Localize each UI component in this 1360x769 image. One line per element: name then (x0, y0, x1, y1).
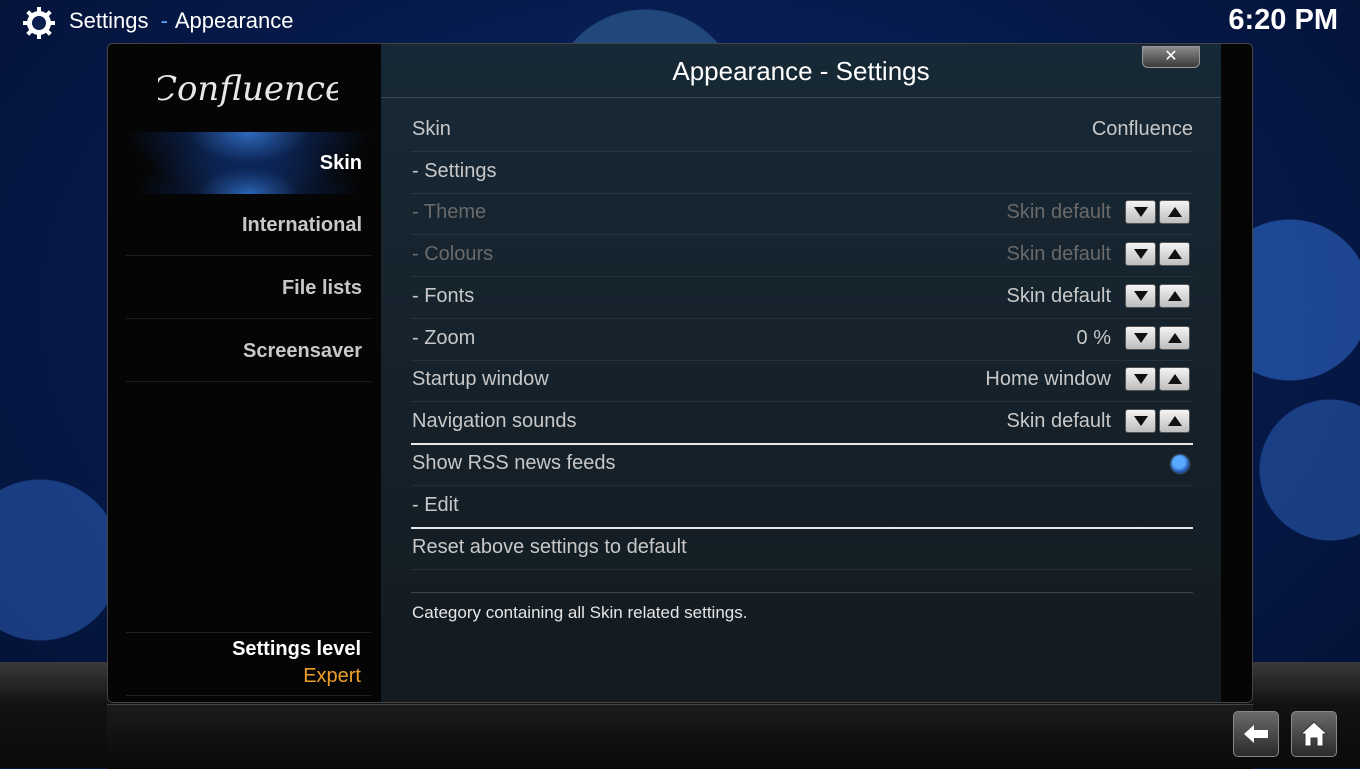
breadcrumb-page: Appearance (174, 8, 294, 33)
setting-value: 0 % (1076, 327, 1111, 349)
confluence-logo: Confluence (158, 69, 338, 109)
setting-value: Skin default (1006, 285, 1111, 307)
spin-down-button[interactable] (1125, 367, 1156, 391)
setting-row-colours: - Colours Skin default (411, 234, 1193, 277)
chevron-down-icon (1134, 291, 1148, 301)
chevron-up-icon (1168, 249, 1182, 259)
breadcrumb-separator: - (160, 8, 168, 33)
setting-row-reset[interactable]: Reset above settings to default (411, 527, 1193, 570)
chevron-down-icon (1134, 207, 1148, 217)
setting-value: Skin default (1006, 410, 1111, 432)
spin-up-button[interactable] (1159, 326, 1190, 350)
spin-control[interactable] (1125, 409, 1193, 433)
setting-row-fonts[interactable]: - Fonts Skin default (411, 276, 1193, 319)
spin-down-button (1125, 242, 1156, 266)
back-arrow-icon (1244, 725, 1268, 743)
setting-label: Startup window (412, 368, 549, 390)
setting-value: Home window (985, 368, 1111, 390)
spin-control (1125, 242, 1193, 266)
spin-down-button[interactable] (1125, 284, 1156, 308)
radio-checked-icon[interactable] (1171, 455, 1189, 473)
back-button[interactable] (1233, 711, 1279, 757)
bottom-strip (107, 704, 1253, 769)
setting-value: Skin default (1006, 201, 1111, 223)
setting-label: Navigation sounds (412, 410, 577, 432)
settings-level-label[interactable]: Settings level (232, 638, 361, 661)
spin-control[interactable] (1125, 326, 1193, 350)
sidebar-item-skin[interactable]: Skin (126, 132, 371, 194)
chevron-up-icon (1168, 207, 1182, 217)
spin-down-button[interactable] (1125, 326, 1156, 350)
sidebar: Confluence Skin International File lists… (108, 44, 381, 702)
chevron-down-icon (1134, 416, 1148, 426)
spin-up-button[interactable] (1159, 367, 1190, 391)
spin-down-button (1125, 200, 1156, 224)
spin-up-button (1159, 200, 1190, 224)
close-button[interactable]: ✕ (1142, 46, 1200, 68)
svg-text:Confluence: Confluence (158, 69, 338, 109)
setting-label: - Zoom (412, 327, 476, 349)
clock: 6:20 PM (1228, 4, 1338, 36)
chevron-down-icon (1134, 374, 1148, 384)
setting-value: Confluence (1091, 118, 1193, 140)
settings-panel: Appearance - Settings Skin Confluence - … (381, 44, 1221, 702)
chevron-up-icon (1168, 416, 1182, 426)
setting-label: - Settings (412, 160, 497, 182)
gear-icon (23, 7, 55, 39)
divider (126, 695, 371, 696)
sidebar-item-file-lists[interactable]: File lists (126, 257, 371, 319)
spin-control (1125, 200, 1193, 224)
dialog-edge (1221, 44, 1252, 702)
top-bar: Settings - Appearance 6:20 PM (0, 0, 1360, 44)
setting-label: - Theme (412, 201, 487, 223)
settings-level-value[interactable]: Expert (303, 665, 361, 688)
setting-label: - Colours (412, 243, 494, 265)
divider (126, 632, 371, 633)
setting-label: Reset above settings to default (412, 536, 687, 558)
spin-control[interactable] (1125, 367, 1193, 391)
breadcrumb-section: Settings (69, 8, 149, 33)
setting-label: Show RSS news feeds (412, 452, 616, 474)
settings-dialog: Confluence Skin International File lists… (107, 43, 1253, 703)
divider (411, 592, 1193, 593)
dialog-title: Appearance - Settings (672, 56, 930, 86)
spin-control[interactable] (1125, 284, 1193, 308)
setting-label: - Fonts (412, 285, 475, 307)
setting-description: Category containing all Skin related set… (412, 603, 748, 622)
setting-row-zoom[interactable]: - Zoom 0 % (411, 318, 1193, 361)
setting-row-skin[interactable]: Skin Confluence (411, 109, 1193, 152)
setting-row-edit[interactable]: - Edit (411, 485, 1193, 529)
home-icon (1299, 721, 1329, 747)
divider (381, 97, 1221, 98)
chevron-up-icon (1168, 374, 1182, 384)
setting-label: Skin (412, 118, 451, 140)
breadcrumb: Settings - Appearance (69, 8, 294, 34)
home-button[interactable] (1291, 711, 1337, 757)
spin-up-button (1159, 242, 1190, 266)
setting-row-show-rss[interactable]: Show RSS news feeds (411, 443, 1193, 486)
spin-down-button[interactable] (1125, 409, 1156, 433)
setting-row-skin-settings[interactable]: - Settings (411, 151, 1193, 194)
sidebar-item-screensaver[interactable]: Screensaver (126, 320, 371, 382)
setting-row-navigation-sounds[interactable]: Navigation sounds Skin default (411, 401, 1193, 445)
chevron-down-icon (1134, 249, 1148, 259)
setting-row-startup-window[interactable]: Startup window Home window (411, 359, 1193, 402)
setting-value: Skin default (1006, 243, 1111, 265)
chevron-up-icon (1168, 333, 1182, 343)
sidebar-item-international[interactable]: International (126, 194, 371, 256)
setting-label: - Edit (412, 494, 459, 516)
setting-row-theme: - Theme Skin default (411, 192, 1193, 235)
spin-up-button[interactable] (1159, 409, 1190, 433)
chevron-up-icon (1168, 291, 1182, 301)
spin-up-button[interactable] (1159, 284, 1190, 308)
chevron-down-icon (1134, 333, 1148, 343)
